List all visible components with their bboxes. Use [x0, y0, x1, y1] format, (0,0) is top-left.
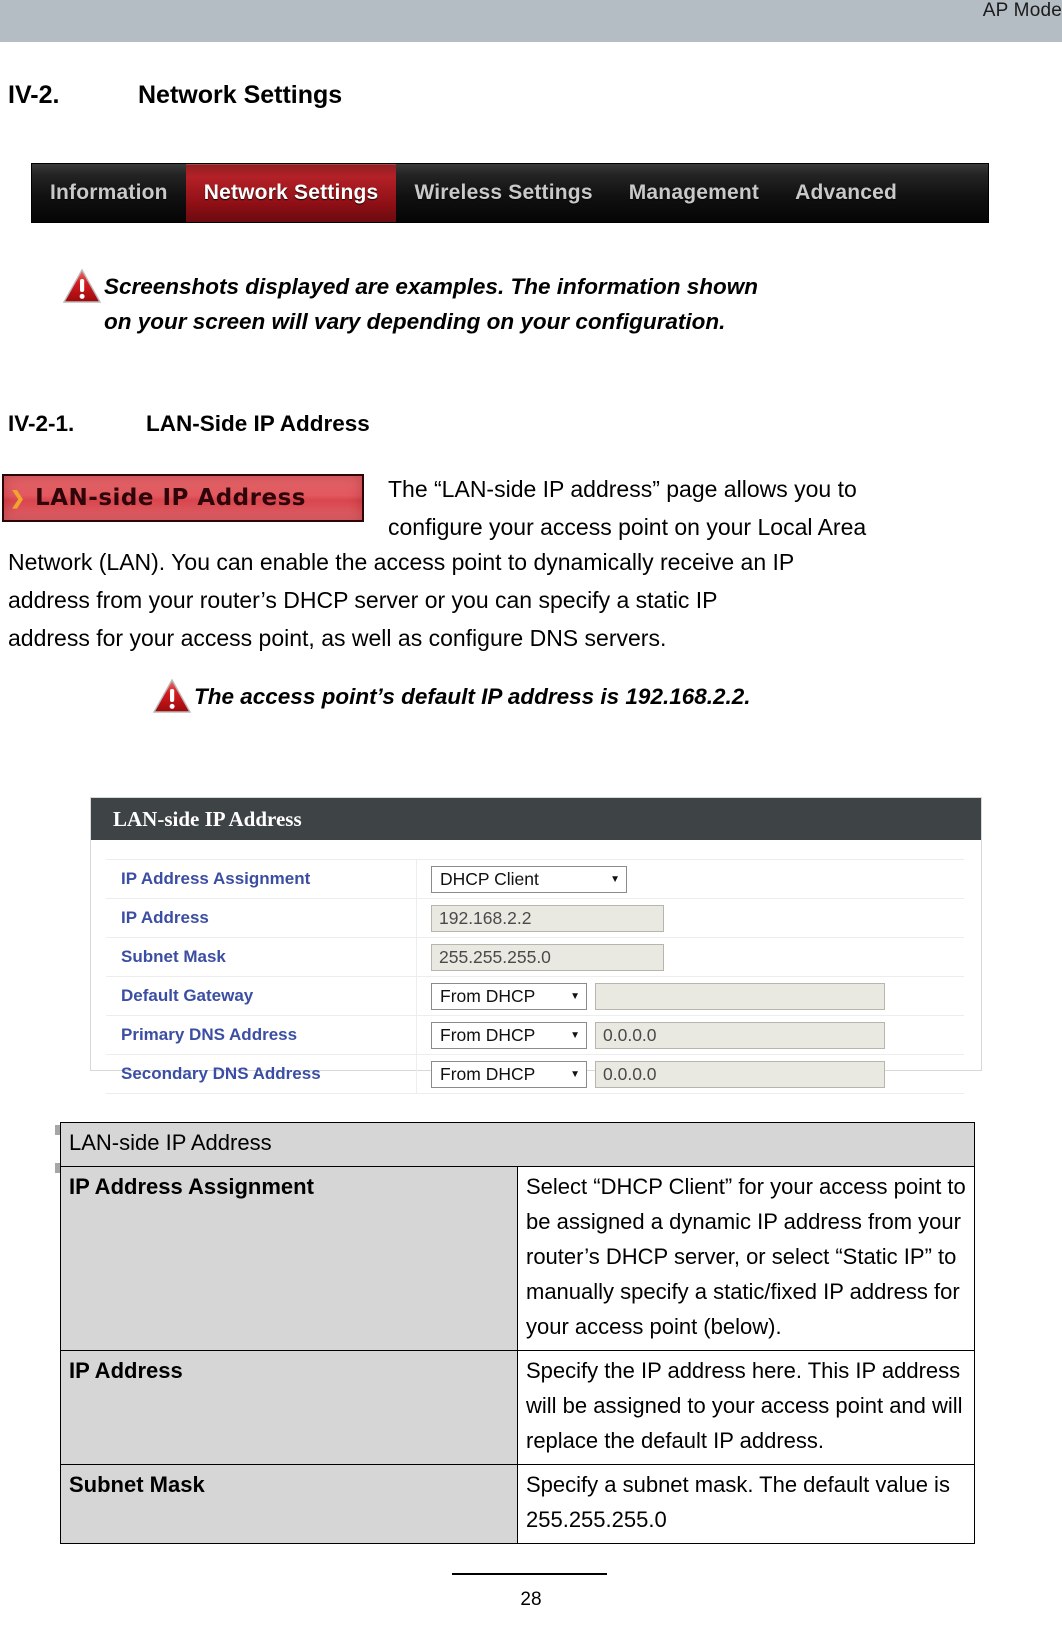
label-ip-address: IP Address	[106, 898, 417, 938]
select-value-primary-dns-address: From DHCP	[440, 1024, 536, 1045]
table-header-label: LAN-side IP Address	[60, 1122, 975, 1167]
select-value-secondary-dns-address: From DHCP	[440, 1063, 536, 1084]
intro-line-2: configure your access point on your Loca…	[388, 514, 867, 540]
settings-description-table: LAN-side IP Address IP Address Assignmen…	[60, 1122, 975, 1544]
section-number: IV-2.	[8, 81, 60, 109]
select-default-gateway[interactable]: From DHCP ▼	[431, 982, 587, 1010]
note-screenshots-text: Screenshots displayed are examples. The …	[104, 268, 758, 339]
menu-button-label: LAN-side IP Address	[35, 485, 306, 511]
input-secondary-dns-address[interactable]: 0.0.0.0	[595, 1060, 885, 1088]
lan-side-ip-address-menu-button[interactable]: ❯ LAN-side IP Address	[2, 474, 364, 522]
intro-paragraph-full: Network (LAN). You can enable the access…	[8, 543, 994, 657]
label-ip-address-assignment: IP Address Assignment	[106, 859, 417, 899]
chevron-down-icon: ▼	[570, 1068, 580, 1080]
intro-line-5: address for your access point, as well a…	[8, 625, 667, 651]
warning-triangle-icon	[62, 268, 102, 304]
select-ip-address-assignment[interactable]: DHCP Client ▼	[431, 865, 627, 893]
table-row: IP Address Assignment Select “DHCP Clien…	[60, 1166, 975, 1351]
input-ip-address[interactable]: 192.168.2.2	[431, 904, 664, 932]
input-default-gateway[interactable]	[595, 982, 885, 1010]
table-cell-key: IP Address Assignment	[60, 1166, 518, 1351]
page-number: 28	[520, 1589, 542, 1610]
table-cell-key: Subnet Mask	[60, 1464, 518, 1544]
subsection-heading: IV-2-1. LAN-Side IP Address	[8, 408, 370, 440]
select-value-ip-address-assignment: DHCP Client	[440, 868, 539, 889]
label-default-gateway: Default Gateway	[106, 976, 417, 1016]
table-cell-value: Specify a subnet mask. The default value…	[517, 1464, 975, 1544]
intro-paragraph-right: The “LAN-side IP address” page allows yo…	[388, 470, 994, 546]
note-default-ip-text: The access point’s default IP address is…	[194, 684, 751, 709]
nav-tab-network-settings[interactable]: Network Settings	[185, 164, 397, 222]
form-row-ip-address-assignment: IP Address Assignment DHCP Client ▼	[106, 859, 964, 899]
panel-body: IP Address Assignment DHCP Client ▼ IP A…	[91, 840, 981, 1112]
nav-tab-information[interactable]: Information	[32, 164, 186, 222]
nav-tab-advanced[interactable]: Advanced	[777, 164, 915, 222]
subsection-title: LAN-Side IP Address	[146, 411, 370, 436]
table-cell-value: Select “DHCP Client” for your access poi…	[517, 1166, 975, 1351]
section-heading: IV-2. Network Settings	[8, 78, 1008, 112]
warning-triangle-icon	[152, 678, 192, 714]
note-screenshots-are-examples: Screenshots displayed are examples. The …	[62, 268, 922, 339]
table-row: Subnet Mask Specify a subnet mask. The d…	[60, 1464, 975, 1544]
chevron-down-icon: ▼	[610, 873, 620, 885]
input-primary-dns-address[interactable]: 0.0.0.0	[595, 1021, 885, 1049]
label-subnet-mask: Subnet Mask	[106, 937, 417, 977]
subsection-number: IV-2-1.	[8, 411, 75, 436]
section-title: Network Settings	[138, 81, 343, 109]
table-cell-value: Specify the IP address here. This IP add…	[517, 1350, 975, 1465]
form-row-subnet-mask: Subnet Mask 255.255.255.0	[106, 937, 964, 977]
form-row-secondary-dns-address: Secondary DNS Address From DHCP ▼ 0.0.0.…	[106, 1054, 964, 1094]
input-subnet-mask[interactable]: 255.255.255.0	[431, 943, 664, 971]
lan-settings-form: IP Address Assignment DHCP Client ▼ IP A…	[106, 859, 964, 1094]
note-default-ip-address: The access point’s default IP address is…	[152, 678, 932, 714]
select-value-default-gateway: From DHCP	[440, 985, 536, 1006]
select-secondary-dns-address[interactable]: From DHCP ▼	[431, 1060, 587, 1088]
label-primary-dns-address: Primary DNS Address	[106, 1015, 417, 1055]
running-header-bar: AP Mode	[0, 0, 1062, 42]
nav-tab-wireless-settings[interactable]: Wireless Settings	[396, 164, 610, 222]
note-screenshots-line2: on your screen will vary depending on yo…	[104, 309, 726, 334]
table-header-row: LAN-side IP Address	[60, 1122, 975, 1167]
chevron-right-icon: ❯	[10, 488, 26, 508]
form-row-default-gateway: Default Gateway From DHCP ▼	[106, 976, 964, 1016]
form-row-ip-address: IP Address 192.168.2.2	[106, 898, 964, 938]
intro-line-1: The “LAN-side IP address” page allows yo…	[388, 476, 857, 502]
chevron-down-icon: ▼	[570, 990, 580, 1002]
nav-tab-management[interactable]: Management	[611, 164, 777, 222]
footer-divider	[452, 1573, 607, 1575]
intro-line-3: Network (LAN). You can enable the access…	[8, 549, 795, 575]
intro-line-4: address from your router’s DHCP server o…	[8, 587, 718, 613]
note-screenshots-line1: Screenshots displayed are examples. The …	[104, 274, 758, 299]
chevron-down-icon: ▼	[570, 1029, 580, 1041]
lan-side-ip-address-panel: LAN-side IP Address IP Address Assignmen…	[90, 797, 982, 1094]
table-row: IP Address Specify the IP address here. …	[60, 1350, 975, 1465]
panel-title: LAN-side IP Address	[91, 798, 981, 840]
select-primary-dns-address[interactable]: From DHCP ▼	[431, 1021, 587, 1049]
ap-mode-label: AP Mode	[982, 0, 1062, 21]
device-nav-strip: Information Network Settings Wireless Se…	[31, 163, 989, 223]
table-cell-key: IP Address	[60, 1350, 518, 1465]
form-row-primary-dns-address: Primary DNS Address From DHCP ▼ 0.0.0.0	[106, 1015, 964, 1055]
label-secondary-dns-address: Secondary DNS Address	[106, 1054, 417, 1094]
